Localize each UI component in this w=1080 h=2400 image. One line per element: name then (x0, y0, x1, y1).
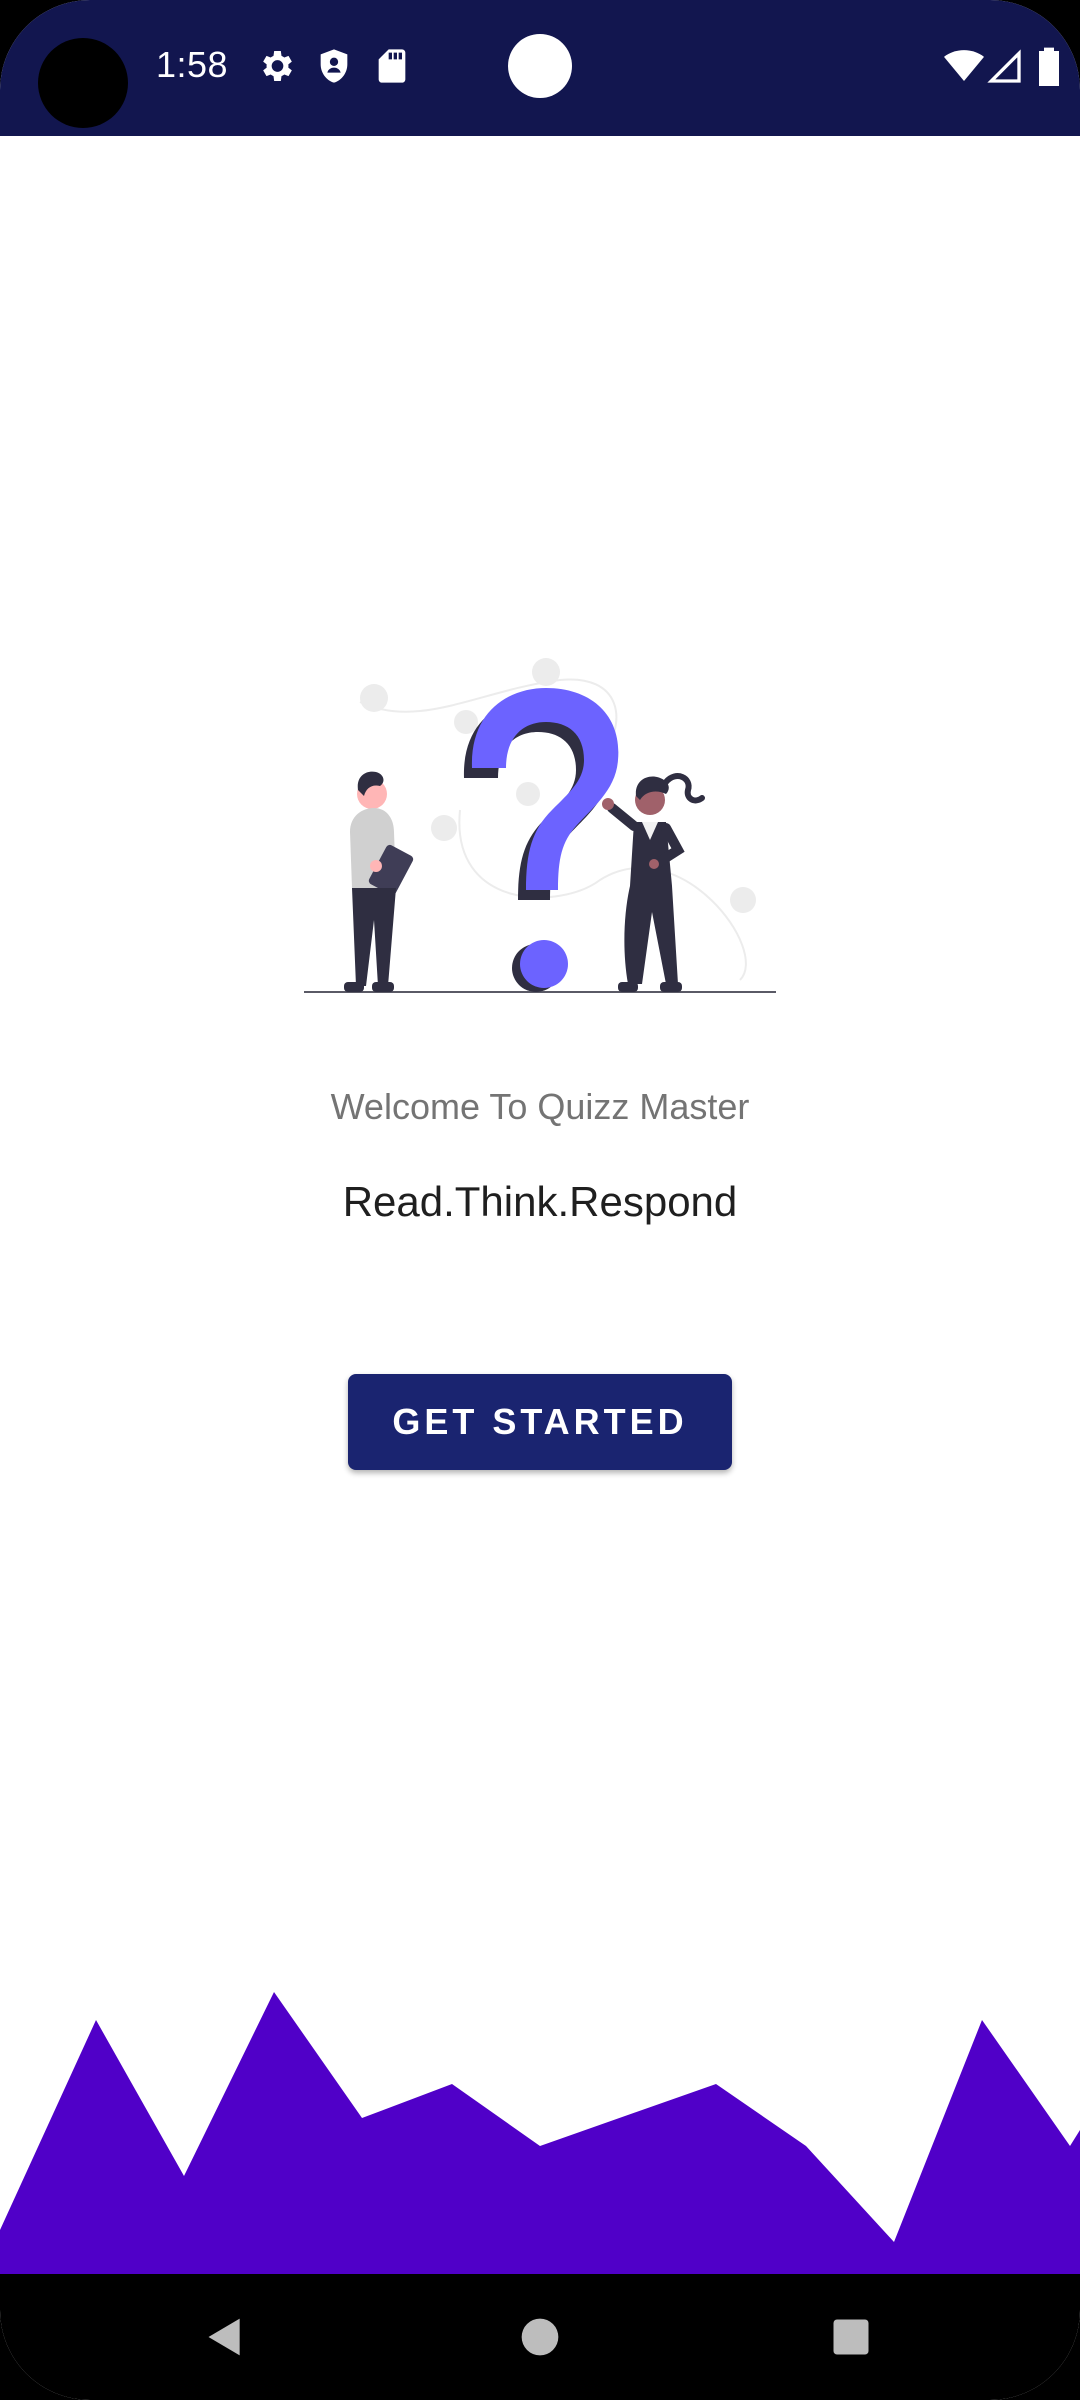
battery-icon (1039, 47, 1059, 86)
question-mark-icon (463, 688, 619, 992)
status-bar: 1:58 (0, 0, 1080, 136)
status-time: 1:58 (156, 44, 229, 85)
recents-button[interactable] (816, 2302, 886, 2372)
welcome-title: Welcome To Quizz Master (330, 1086, 750, 1127)
settings-icon (263, 51, 292, 81)
wifi-icon (944, 50, 984, 81)
woman-figure (602, 773, 705, 992)
front-camera (38, 38, 128, 128)
signal-icon (987, 49, 1021, 83)
sd-card-icon (378, 49, 406, 83)
notch-indicator (508, 34, 572, 98)
navigation-bar (0, 2274, 1080, 2400)
back-button[interactable] (190, 2302, 260, 2372)
back-icon (208, 2318, 240, 2356)
recents-icon (833, 2319, 869, 2355)
tagline: Read.Think.Respond (342, 1178, 738, 1225)
home-icon (521, 2318, 559, 2356)
home-button[interactable] (505, 2302, 575, 2372)
app-screen: 1:58 Welcome To Quizz Master Read.Think.… (0, 0, 1080, 2400)
get-started-button[interactable]: GET STARTED (348, 1374, 732, 1470)
shield-icon (320, 49, 348, 83)
quiz-illustration (304, 658, 776, 993)
mountain-decoration (0, 1992, 1080, 2280)
man-figure (344, 771, 414, 992)
